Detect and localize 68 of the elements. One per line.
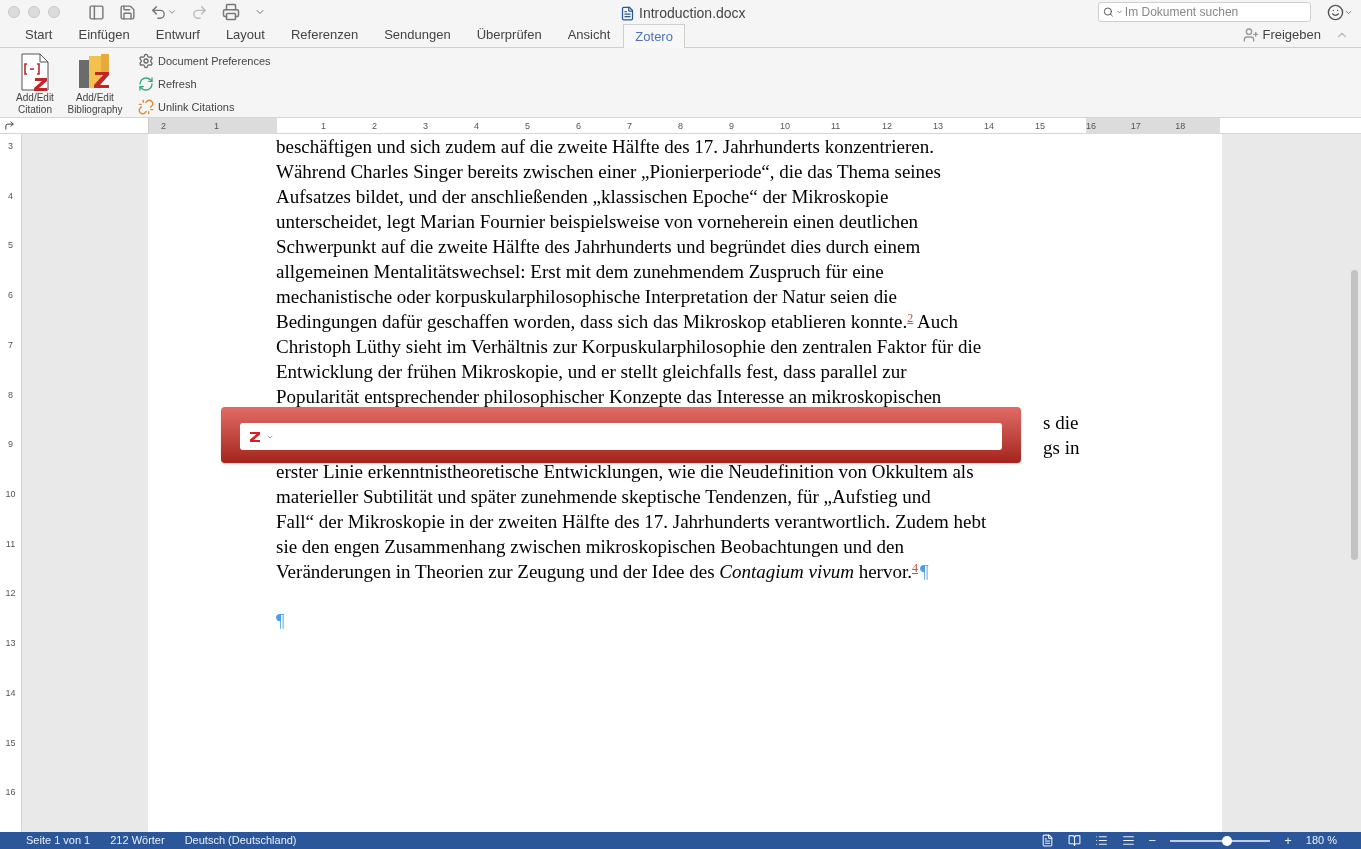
caret-icon[interactable] [1115,8,1123,16]
zoom-in-button[interactable]: + [1284,830,1292,849]
tab-stop-icon[interactable] [4,120,15,131]
web-layout-icon[interactable] [1067,834,1081,847]
search-field[interactable]: Im Dokument suchen [1098,2,1311,22]
document-text-line: mechanistische oder korpuskularphilosophische Interpretation der Natur seien die [276,285,897,309]
document-text-line: unterscheidet, legt Marian Fournier beispielsweise von vorneherein einen deutlichen [276,210,919,234]
document-text-line: sie den engen Zusammenhang zwischen mikroskopischen Beobachtungen und den [276,535,904,559]
document-text-line: s die [1043,412,1079,433]
document-text-line: Veränderungen in Theorien zur Zeugung und der Idee des Contagium vivum hervor.$^{4}$ [276,560,918,584]
ribbon-tab[interactable]: Einfügen [65,23,143,47]
ribbon-tab[interactable]: Zotero [623,24,685,48]
word-count[interactable]: 212 Wörter [110,832,165,849]
zoom-slider[interactable] [1170,835,1271,846]
vertical-ruler: 3 4 5 6 7 8 9 10 11 12 13 14 15 16 [0,134,22,832]
zoom-percentage[interactable]: 180 % [1305,832,1337,849]
settings-icon [138,53,154,69]
document-text-line: Während Charles Singer bereits zwischen einer „Pionierperiode“, die das Thema seines [276,160,941,184]
scrollbar-thumb[interactable] [1351,270,1358,560]
save-icon[interactable] [119,3,136,21]
document-text-line: Fall“ der Mikroskopie in der zweiten Hälfte des 17. Jahrhunderts verantwortlich. Zudem hebt [276,510,987,534]
document-text-line: Christoph Lüthy sieht im Verhältnis zur Korpuskularphilosophie den zentralen Faktor für die [276,335,982,359]
share-button[interactable]: Freigeben [1243,25,1321,45]
ribbon-large-button[interactable]: Add/Edit Citation [6,52,64,116]
zotero-logo-icon [248,429,262,444]
ribbon-tab[interactable]: Referenzen [277,23,372,47]
slider-thumb[interactable] [1222,835,1233,846]
ribbon-tab[interactable]: Sendungen [371,23,464,47]
ribbon-tab[interactable]: Überprüfen [463,23,555,47]
add-person-icon [1243,27,1260,43]
document-text-line: Schwerpunkt auf die zweite Hälfte des Jahrhunderts und begründet dies durch einem [276,235,921,259]
document-text-line: allgemeinen Mentalitätswechsel: Erst mit dem zunehmendem Zuspruch für eine [276,260,884,284]
citation-search-field[interactable] [240,423,1002,450]
document-text-line: Popularität entsprechender philosophischer Konzepte das Interesse an mikroskopischen [276,385,942,409]
smiley-icon[interactable] [1327,3,1353,21]
document-text-line: beschäftigen und sich zudem auf die zweite Hälfte des 17. Jahrhunderts konzentrieren. [276,135,934,159]
ribbon-tab[interactable]: Layout [212,23,278,47]
search-icon[interactable] [1103,6,1114,18]
ribbon-small-button[interactable]: Unlink Citations [138,98,271,116]
sidebar-icon[interactable] [88,3,105,21]
document-icon [620,6,635,21]
ribbon-small-button[interactable]: Document Preferences [138,52,271,70]
print-layout-icon[interactable] [1040,834,1054,847]
paragraph-mark: ¶ [920,560,929,584]
document-text-line: Bedingungen dafür geschaffen worden, dass sich das Mikroskop etablieren konnte.$^{2}$ Auch [276,310,959,334]
document-citation-icon [18,52,52,92]
document-text-line: erster Linie erkenntnistheoretische Entwicklungen, wie die Neudefinition von Okkultem als [276,460,974,484]
unlink-icon [138,99,154,115]
language-label[interactable]: Deutsch (Deutschland) [184,832,297,849]
ribbon-tab[interactable]: Entwurf [142,23,213,47]
document-text-line: gs in [1043,437,1080,458]
refresh-icon [138,76,154,92]
zoom-out-button[interactable]: − [1148,830,1157,849]
ribbon-large-button[interactable]: Add/Edit Bibliography [66,52,124,116]
window-title: Introduction.docx [639,4,746,23]
ribbon-small-button[interactable]: Refresh [138,75,271,93]
draft-icon[interactable] [1121,834,1135,847]
page-count[interactable]: Seite 1 von 1 [26,832,91,849]
print-icon[interactable] [222,3,240,21]
outline-icon[interactable] [1094,834,1108,847]
document-text-line: Entwicklung der frühen Mikroskopie, und er stellt gleichfalls fest, dass parallel zur [276,360,907,384]
paragraph-mark: ¶ [276,609,285,634]
document-text-line: materieller Subtilität und später zunehmende skeptische Tendenzen, für „Aufstieg und [276,485,931,509]
ribbon-tab[interactable]: Ansicht [554,23,624,47]
ribbon-tab[interactable]: Start [12,23,66,47]
search-input[interactable]: Im Dokument suchen [1124,3,1306,21]
undo-icon[interactable] [150,3,177,21]
document-text-line: Aufsatzes bildet, und der anschließenden „klassischen Epoche“ der Mikroskopie [276,185,889,209]
